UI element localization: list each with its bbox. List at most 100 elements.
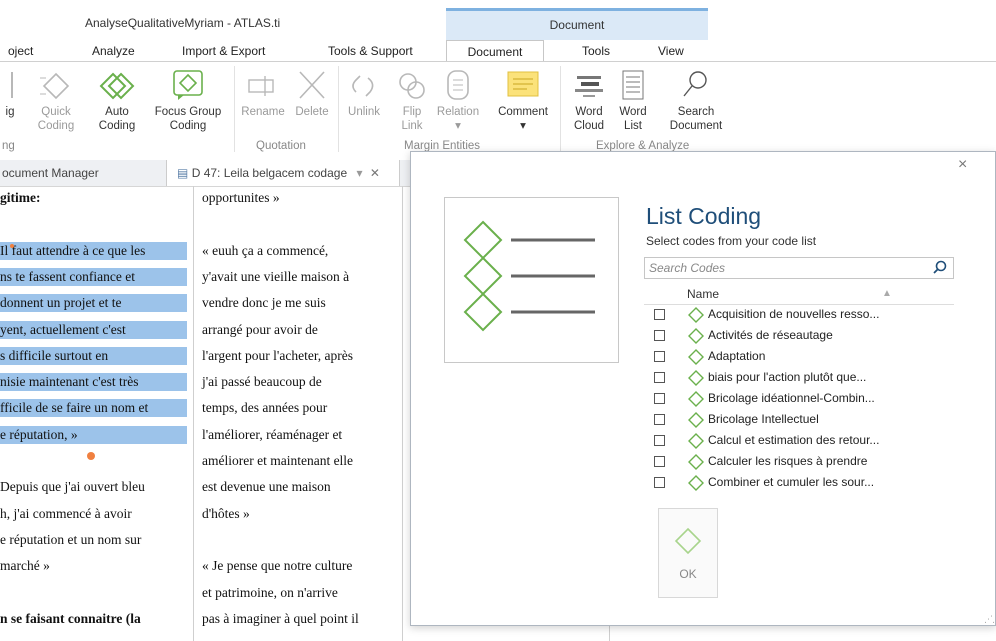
code-checkbox[interactable] [654,330,665,341]
active-document-label: D 47: Leila belgacem codage [191,166,348,180]
comment-button[interactable]: Comment ▾ [492,68,554,133]
code-row[interactable]: biais pour l'action plutôt que... [644,368,954,389]
ok-button[interactable] [658,508,718,598]
ok-label: OK [679,567,697,581]
dialog-title: List Coding [646,203,762,229]
code-checkbox[interactable] [654,309,665,320]
code-diamond-icon [688,475,704,491]
document-line: d'hôtes » [202,505,250,521]
rename-button[interactable]: Rename [238,68,288,119]
code-row[interactable]: Bricolage Intellectuel [644,410,954,431]
word-cloud-button[interactable]: Word Cloud [568,68,610,133]
search-document-label-1: Search [677,106,715,118]
tab-view[interactable]: View [658,40,684,62]
tab-tools-support[interactable]: Tools & Support [328,40,413,62]
list-coding-illustration [444,197,619,363]
code-row[interactable]: Combiner et cumuler les sour... [644,473,954,494]
document-line: pas à imaginer à quel point il [202,610,359,626]
word-list-button[interactable]: Word List [614,68,652,133]
close-icon[interactable]: × [958,156,967,174]
code-diamond-icon [688,349,704,365]
focus-group-coding-button[interactable]: Focus Group Coding [148,68,228,133]
code-checkbox[interactable] [654,414,665,425]
tab-document-manager[interactable]: ocument Manager [2,160,162,186]
search-placeholder: Search Codes [649,261,726,275]
selection-handle-start[interactable] [10,244,14,248]
document-line: e réputation, » [0,425,187,444]
code-label: Activités de réseautage [708,328,833,342]
tab-import-export[interactable]: Import & Export [182,40,265,62]
focus-group-icon [173,70,203,100]
document-line: arrangé pour avoir de [202,321,318,337]
relation-button[interactable]: Relation ▾ [432,68,484,133]
word-list-label-2: List [624,120,642,132]
word-cloud-label-2: Cloud [573,120,605,132]
selection-handle-end[interactable] [87,452,95,460]
tab-document[interactable]: Document [446,40,544,62]
document-line: est devenue une maison [202,479,331,495]
dialog-subtitle: Select codes from your code list [646,234,817,248]
cutoff-button[interactable]: ig [2,68,18,119]
document-line: gitime: [0,190,41,205]
document-line: ns te fassent confiance et [0,267,187,286]
window-title: AnalyseQualitativeMyriam - ATLAS.ti [85,16,281,30]
tab-project[interactable]: oject [8,40,33,62]
code-checkbox[interactable] [654,372,665,383]
comment-label: Comment [498,106,548,118]
tab-analyze[interactable]: Analyze [92,40,135,62]
rename-label: Rename [241,106,285,118]
code-row[interactable]: Calculer les risques à prendre [644,452,954,473]
code-diamond-icon [688,328,704,344]
code-label: Adaptation [708,349,766,363]
document-line: opportunites » [202,190,280,205]
code-checkbox[interactable] [654,477,665,488]
sort-ascending-icon: ▲ [882,288,892,299]
delete-button[interactable]: Delete [290,68,334,119]
code-checkbox[interactable] [654,393,665,404]
code-row[interactable]: Acquisition de nouvelles resso... [644,305,954,326]
chevron-down-icon: ▾ [455,120,461,132]
document-line: n se faisant connaitre (la [0,610,141,626]
auto-coding-button[interactable]: Auto Coding [96,68,138,133]
close-tab-icon[interactable]: ✕ [370,166,380,180]
code-checkbox[interactable] [654,456,665,467]
code-label: biais pour l'action plutôt que... [708,370,867,384]
auto-coding-label-1: Auto [105,106,129,118]
rename-icon [248,76,274,96]
chevron-down-icon[interactable]: ▾ [356,166,362,180]
tab-active-document[interactable]: ▤ D 47: Leila belgacem codage ▾ ✕ [166,160,400,186]
flip-link-label-2: Link [401,120,423,132]
document-line: « euuh ça a commencé, [202,242,329,258]
code-label: Bricolage idéationnel-Combin... [708,391,875,405]
code-diamond-icon [688,454,704,470]
column-header-name[interactable]: Name [687,287,719,301]
document-icon: ▤ [177,166,189,180]
code-checkbox[interactable] [654,351,665,362]
document-line: et patrimoine, on n'arrive [202,584,338,600]
code-row[interactable]: Activités de réseautage [644,326,954,347]
code-row[interactable]: Bricolage idéationnel-Combin... [644,389,954,410]
code-checkbox[interactable] [654,435,665,446]
flip-link-button[interactable]: Flip Link [392,68,432,133]
relation-label: Relation [436,106,480,118]
code-diamond-icon [688,307,704,323]
document-line: « Je pense que notre culture [202,558,353,574]
quick-coding-label-1: Quick [41,106,71,118]
unlink-button[interactable]: Unlink [342,68,386,119]
focus-group-label-1: Focus Group [154,106,222,118]
document-line: Depuis que j'ai ouvert bleu [0,479,145,495]
search-document-button[interactable]: Search Document [662,68,730,133]
auto-coding-icon [99,72,135,100]
code-list-icon [463,220,595,332]
code-label: Calcul et estimation des retour... [708,433,880,447]
search-icon[interactable] [932,259,948,275]
delete-icon [299,71,325,99]
code-row[interactable]: Calcul et estimation des retour... [644,431,954,452]
quick-coding-button[interactable]: Quick Coding [36,68,76,133]
resize-grip-icon[interactable]: ⋰⋰ [984,614,996,625]
code-row[interactable]: Adaptation [644,347,954,368]
flip-link-label-1: Flip [402,106,422,118]
tab-tools[interactable]: Tools [582,40,610,62]
document-line: h, j'ai commencé à avoir [0,505,132,521]
word-cloud-label-1: Word [575,106,603,118]
